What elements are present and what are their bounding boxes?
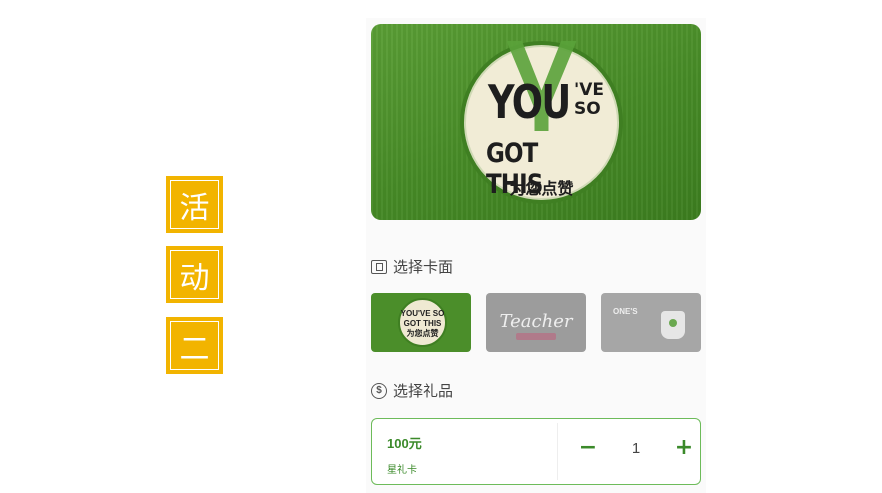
card-badge: YOU 'VE SO GOT THIS 为您点赞	[460, 41, 623, 204]
activity-tag-char: 二	[179, 331, 210, 367]
coin-icon: $	[371, 382, 387, 399]
badge-ve-so-text: 'VE SO	[574, 81, 604, 119]
gift-option-card[interactable]: 100元 星礼卡 − 1 +	[371, 418, 701, 485]
card-thumb-ones[interactable]: ONE'S	[601, 293, 701, 352]
select-card-header: 选择卡面	[371, 256, 453, 277]
divider	[557, 423, 558, 480]
activity-tag-1: 活	[166, 176, 223, 233]
activity-tag-2: 动	[166, 246, 223, 303]
mini-badge: YOU'VE SO GOT THIS 为您点赞	[398, 298, 447, 347]
card-thumb-teacher[interactable]: Teacher	[486, 293, 586, 352]
teacher-ribbon	[516, 333, 556, 340]
badge-chinese-text: 为您点赞	[509, 181, 574, 198]
card-icon	[371, 259, 387, 274]
badge-you-text: YOU	[488, 75, 571, 129]
quantity-stepper: − 1 +	[577, 437, 695, 459]
gift-card-panel: YOU 'VE SO GOT THIS 为您点赞 选择卡面 YOU'VE SO …	[366, 18, 706, 493]
decrease-button[interactable]: −	[577, 437, 599, 459]
card-thumbnail-list: YOU'VE SO GOT THIS 为您点赞 Teacher ONE'S	[371, 293, 701, 353]
increase-button[interactable]: +	[673, 437, 695, 459]
card-thumb-you-got-this[interactable]: YOU'VE SO GOT THIS 为您点赞	[371, 293, 471, 352]
teacher-text: Teacher	[499, 311, 573, 332]
ones-text: ONE'S	[613, 307, 638, 316]
select-card-title: 选择卡面	[393, 259, 454, 276]
gift-name: 星礼卡	[387, 465, 417, 476]
badge-so: SO	[574, 99, 601, 119]
selected-card-image: YOU 'VE SO GOT THIS 为您点赞	[371, 24, 701, 220]
quantity-value: 1	[631, 439, 641, 457]
activity-tag-char: 活	[179, 190, 210, 226]
select-gift-title: 选择礼品	[393, 383, 454, 400]
activity-tag-char: 动	[179, 260, 210, 296]
badge-ve: 'VE	[574, 80, 604, 100]
gift-price: 100元	[387, 436, 422, 451]
select-gift-header: $ 选择礼品	[371, 380, 453, 401]
coffee-cup-icon	[661, 311, 685, 339]
activity-tag-3: 二	[166, 317, 223, 374]
